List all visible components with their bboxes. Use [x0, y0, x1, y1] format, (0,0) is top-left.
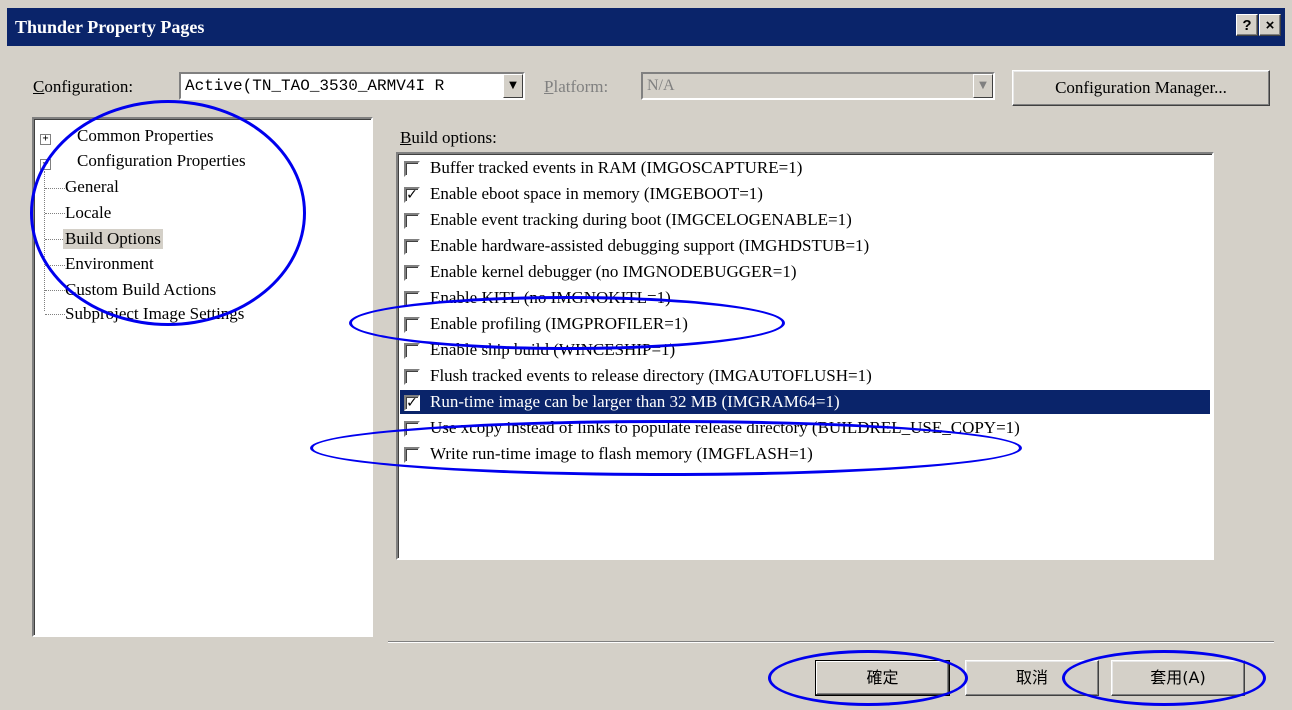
apply-button[interactable]: 套用(A) — [1111, 660, 1245, 696]
tree-connector — [45, 265, 65, 267]
checkbox[interactable] — [404, 239, 420, 255]
checkbox[interactable] — [404, 265, 420, 281]
build-option-kernel-debugger[interactable]: Enable kernel debugger (no IMGNODEBUGGER… — [400, 260, 1210, 284]
window-title: Thunder Property Pages — [15, 17, 205, 37]
close-button[interactable]: × — [1259, 14, 1281, 36]
build-option-imgram64[interactable]: ✓ Run-time image can be larger than 32 M… — [400, 390, 1210, 414]
configuration-manager-button[interactable]: Configuration Manager... — [1012, 70, 1270, 106]
checkbox[interactable] — [404, 291, 420, 307]
build-option-label: Write run-time image to flash memory (IM… — [430, 444, 813, 463]
tree-connector — [45, 290, 65, 292]
category-tree[interactable]: + Common Properties − Configuration Prop… — [32, 117, 373, 637]
platform-label: Platform: — [544, 77, 609, 96]
build-option-label: Enable ship build (WINCESHIP=1) — [430, 340, 676, 359]
configuration-manager-label: Configuration Manager... — [1055, 78, 1227, 97]
separator — [388, 641, 1274, 643]
build-option-write-to-flash[interactable]: Write run-time image to flash memory (IM… — [400, 442, 1210, 466]
build-option-label: Use xcopy instead of links to populate r… — [430, 418, 1020, 437]
platform-value: N/A — [647, 77, 675, 94]
checkbox[interactable] — [404, 343, 420, 359]
build-option-use-xcopy[interactable]: Use xcopy instead of links to populate r… — [400, 416, 1210, 440]
build-option-ship-build[interactable]: Enable ship build (WINCESHIP=1) — [400, 338, 1210, 362]
tree-connector — [45, 213, 65, 215]
tree-connector — [45, 239, 65, 241]
cancel-label: 取消 — [1015, 668, 1048, 687]
expand-icon[interactable]: + — [40, 134, 51, 145]
collapse-icon[interactable]: − — [40, 159, 51, 170]
tree-item-environment[interactable]: Environment — [65, 254, 154, 274]
tree-connector — [45, 188, 65, 190]
tree-connector — [45, 314, 65, 316]
checkbox-checked[interactable]: ✓ — [404, 395, 420, 411]
help-button[interactable]: ? — [1236, 14, 1258, 36]
build-option-label: Run-time image can be larger than 32 MB … — [430, 392, 840, 411]
tree-item-custom-build-actions[interactable]: Custom Build Actions — [65, 280, 216, 300]
configuration-value: Active(TN_TAO_3530_ARMV4I R — [185, 77, 445, 95]
apply-label: 套用(A) — [1150, 668, 1206, 687]
tree-item-subproject-image-settings[interactable]: Subproject Image Settings — [65, 304, 244, 324]
build-option-label: Buffer tracked events in RAM (IMGOSCAPTU… — [430, 158, 803, 177]
tree-item-build-options[interactable]: Build Options — [63, 229, 163, 249]
ok-button[interactable]: 確定 — [815, 660, 950, 696]
build-option-enable-eboot[interactable]: ✓ Enable eboot space in memory (IMGEBOOT… — [400, 182, 1210, 206]
ok-label: 確定 — [866, 668, 899, 687]
build-option-label: Enable KITL (no IMGNOKITL=1) — [430, 288, 671, 307]
checkbox[interactable] — [404, 317, 420, 333]
build-options-label: Build options: — [400, 128, 497, 147]
build-options-label-text: uild options: — [411, 128, 497, 147]
checkbox[interactable] — [404, 213, 420, 229]
build-option-event-tracking[interactable]: Enable event tracking during boot (IMGCE… — [400, 208, 1210, 232]
chevron-down-icon[interactable]: ▼ — [973, 74, 993, 98]
build-option-flush-tracked-events[interactable]: Flush tracked events to release director… — [400, 364, 1210, 388]
cancel-button[interactable]: 取消 — [965, 660, 1099, 696]
platform-dropdown[interactable]: N/A ▼ — [641, 72, 995, 100]
build-option-buffer-tracked-events[interactable]: Buffer tracked events in RAM (IMGOSCAPTU… — [400, 156, 1210, 180]
build-option-kitl[interactable]: Enable KITL (no IMGNOKITL=1) — [400, 286, 1210, 310]
checkbox[interactable] — [404, 161, 420, 177]
configuration-dropdown[interactable]: Active(TN_TAO_3530_ARMV4I R ▼ — [179, 72, 525, 100]
build-option-label: Enable kernel debugger (no IMGNODEBUGGER… — [430, 262, 797, 281]
build-option-profiling[interactable]: Enable profiling (IMGPROFILER=1) — [400, 312, 1210, 336]
checkbox-checked[interactable]: ✓ — [404, 187, 420, 203]
build-options-list[interactable]: Buffer tracked events in RAM (IMGOSCAPTU… — [396, 152, 1214, 560]
build-option-label: Flush tracked events to release director… — [430, 366, 872, 385]
tree-item-common-properties[interactable]: Common Properties — [77, 126, 213, 146]
configuration-label-text: onfiguration: — [44, 77, 134, 96]
checkbox[interactable] — [404, 421, 420, 437]
property-pages-dialog: Thunder Property Pages ? × Configuration… — [0, 0, 1292, 710]
tree-item-configuration-properties[interactable]: Configuration Properties — [77, 151, 246, 171]
build-option-label: Enable hardware-assisted debugging suppo… — [430, 236, 870, 255]
checkbox[interactable] — [404, 447, 420, 463]
chevron-down-icon[interactable]: ▼ — [503, 74, 523, 98]
build-option-hardware-debugging[interactable]: Enable hardware-assisted debugging suppo… — [400, 234, 1210, 258]
title-bar: Thunder Property Pages — [7, 8, 1285, 46]
checkbox[interactable] — [404, 369, 420, 385]
build-option-label: Enable profiling (IMGPROFILER=1) — [430, 314, 688, 333]
configuration-label: Configuration: — [33, 77, 134, 96]
tree-item-general[interactable]: General — [65, 177, 119, 197]
tree-item-locale[interactable]: Locale — [65, 203, 111, 223]
build-option-label: Enable event tracking during boot (IMGCE… — [430, 210, 852, 229]
build-option-label: Enable eboot space in memory (IMGEBOOT=1… — [430, 184, 763, 203]
